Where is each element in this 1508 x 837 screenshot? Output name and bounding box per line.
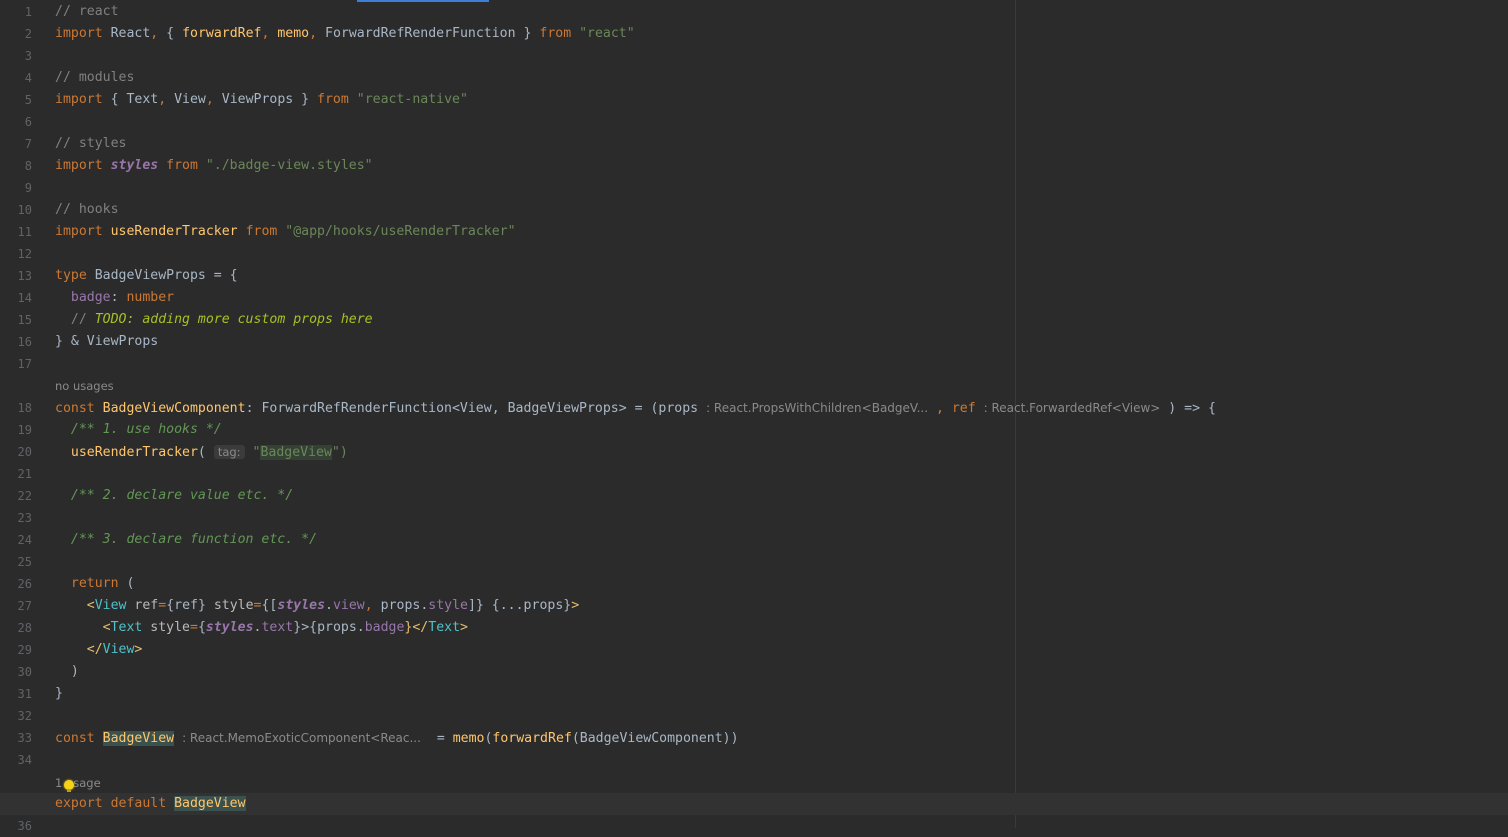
line-number[interactable]: 21 <box>0 463 32 485</box>
code-line-14[interactable]: badge: number <box>0 287 1508 309</box>
code-line-30[interactable]: ) <box>0 661 1508 683</box>
usages-code-lens[interactable]: 1 usage <box>55 776 101 790</box>
code-line-35[interactable]: export default BadgeView <box>0 793 1508 815</box>
code-line-26[interactable]: return ( <box>0 573 1508 595</box>
code-line-16[interactable]: } & ViewProps <box>0 331 1508 353</box>
line-number[interactable]: 17 <box>0 353 32 375</box>
line-number-row: 6 <box>0 111 1508 133</box>
code-line-31[interactable]: } <box>0 683 1508 705</box>
type-hint: : React.MemoExoticComponent<Reac... <box>182 731 421 745</box>
code-line-19[interactable]: /** 1. use hooks */ <box>0 419 1508 441</box>
line-number-row: 36 <box>0 815 1508 837</box>
code-line-10[interactable]: // hooks <box>0 199 1508 221</box>
type-hint: : React.ForwardedRef<View> <box>983 401 1161 415</box>
line-number-row: 9 <box>0 177 1508 199</box>
type-hint: : React.PropsWithChildren<BadgeV... <box>706 401 929 415</box>
line-number[interactable]: 9 <box>0 177 32 199</box>
line-number-row: 32 <box>0 705 1508 727</box>
line-number[interactable]: 12 <box>0 243 32 265</box>
parameter-hint: tag: <box>213 445 245 459</box>
line-number-row: 3 <box>0 45 1508 67</box>
line-number-row: 34 <box>0 749 1508 771</box>
lightbulb-icon[interactable] <box>64 780 74 792</box>
line-number-row: 21 <box>0 463 1508 485</box>
line-number[interactable]: 32 <box>0 705 32 727</box>
code-line-13[interactable]: type BadgeViewProps = { <box>0 265 1508 287</box>
usages-code-lens[interactable]: no usages <box>55 379 114 393</box>
line-number[interactable]: 36 <box>0 815 32 837</box>
code-line-2[interactable]: import React, { forwardRef, memo, Forwar… <box>0 23 1508 45</box>
code-line-1[interactable]: // react <box>0 1 1508 23</box>
code-line-29[interactable]: </View> <box>0 639 1508 661</box>
line-number[interactable]: 34 <box>0 749 32 771</box>
code-line-24[interactable]: /** 3. declare function etc. */ <box>0 529 1508 551</box>
line-number-row: 23 <box>0 507 1508 529</box>
code-line-15[interactable]: // TODO: adding more custom props here <box>0 309 1508 331</box>
code-line-20[interactable]: useRenderTracker( tag: "BadgeView") <box>0 441 1508 463</box>
code-line-33[interactable]: const BadgeView : React.MemoExoticCompon… <box>0 727 1508 749</box>
code-editor[interactable]: 1 2 3 4 5 6 7 8 9 10 11 12 13 14 15 16 17 18 19 20 21 22 23 24 2… <box>0 0 1508 833</box>
code-line-4[interactable]: // modules <box>0 67 1508 89</box>
code-line-28[interactable]: <Text style={styles.text}>{props.badge}<… <box>0 617 1508 639</box>
code-line-7[interactable]: // styles <box>0 133 1508 155</box>
line-number[interactable]: 6 <box>0 111 32 133</box>
line-number-row: 12 <box>0 243 1508 265</box>
code-line-22[interactable]: /** 2. declare value etc. */ <box>0 485 1508 507</box>
code-line-18[interactable]: const BadgeViewComponent: ForwardRefRend… <box>0 397 1508 419</box>
line-number[interactable]: 23 <box>0 507 32 529</box>
code-line-5[interactable]: import { Text, View, ViewProps } from "r… <box>0 89 1508 111</box>
code-line-27[interactable]: <View ref={ref} style={[styles.view, pro… <box>0 595 1508 617</box>
line-number-row: 25 <box>0 551 1508 573</box>
line-number[interactable]: 25 <box>0 551 32 573</box>
line-number-row: 17 <box>0 353 1508 375</box>
code-line-8[interactable]: import styles from "./badge-view.styles" <box>0 155 1508 177</box>
code-line-11[interactable]: import useRenderTracker from "@app/hooks… <box>0 221 1508 243</box>
line-number[interactable]: 3 <box>0 45 32 67</box>
